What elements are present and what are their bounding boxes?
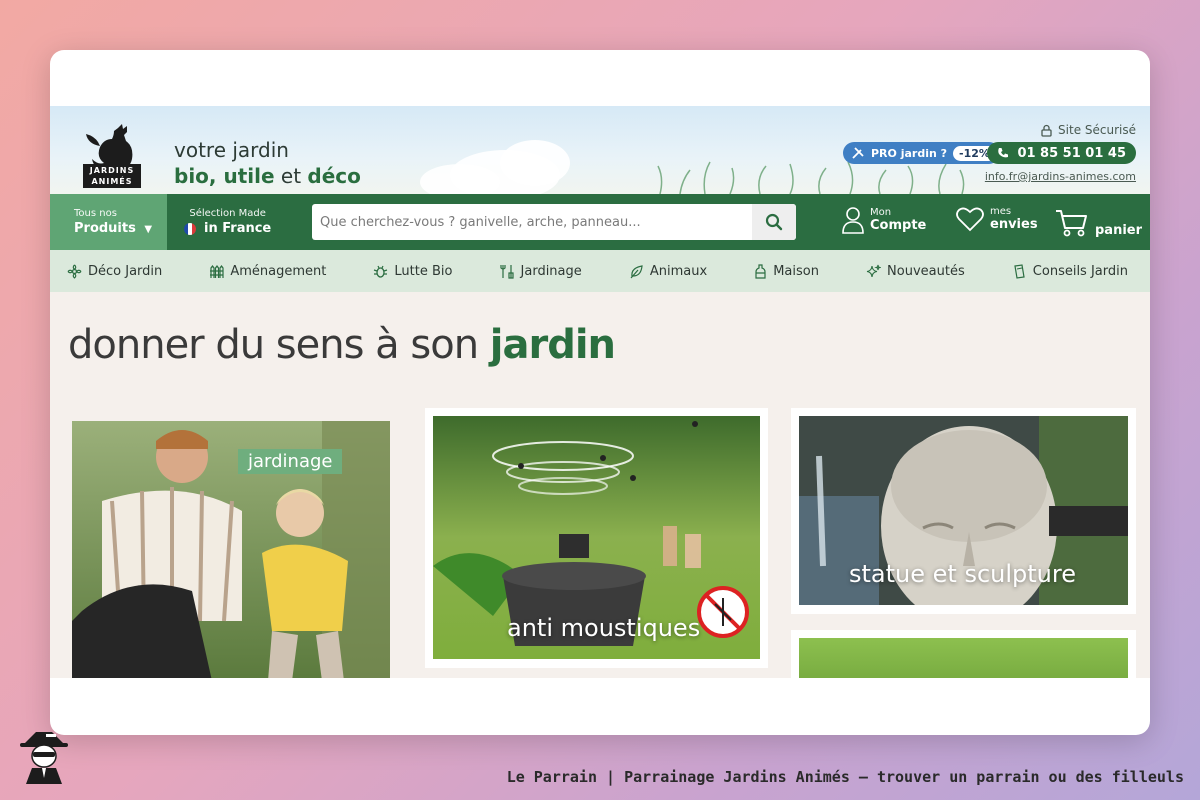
search-icon (765, 213, 783, 231)
pro-label: PRO jardin ? (871, 146, 948, 160)
category-card-partial[interactable] (791, 630, 1136, 678)
tagline-line2: bio, utile et déco (174, 164, 361, 188)
user-icon (842, 207, 864, 234)
main-nav: Tous nos Produits ▼ Sélection Made in Fr… (50, 194, 1150, 250)
fence-icon (210, 264, 224, 278)
sparkle-icon (866, 264, 882, 277)
phone-number: 01 85 51 01 45 (1017, 145, 1126, 161)
produits-small-label: Tous nos (74, 208, 117, 219)
wishlist-big-label: envies (990, 217, 1038, 232)
tools-icon (499, 264, 514, 279)
france-flag-icon (184, 222, 196, 235)
category-label: Nouveautés (887, 263, 965, 279)
selection-label: in France (184, 221, 271, 236)
category-amenagement[interactable]: Aménagement (209, 264, 326, 279)
email-link[interactable]: info.fr@jardins-animes.com (985, 170, 1136, 183)
bug-icon (374, 265, 388, 278)
category-label: Lutte Bio (394, 263, 453, 279)
parrain-mascot-icon (20, 732, 68, 784)
category-lutte-bio[interactable]: Lutte Bio (373, 264, 452, 279)
category-jardinage[interactable]: Jardinage (499, 263, 582, 279)
secure-label: Site Sécurisé (1058, 123, 1136, 137)
account-link[interactable]: Mon Compte (842, 206, 926, 234)
cloud-decoration (500, 140, 570, 186)
wishlist-text: mes envies (990, 206, 1038, 232)
tools-icon (852, 147, 864, 159)
main-content: donner du sens à son jardin jardinage an… (50, 292, 1150, 678)
card-label: jardinage (238, 449, 343, 474)
lawn-photo (799, 638, 1128, 678)
tagline-et: et (274, 164, 308, 188)
cart-link[interactable]: panier (1055, 208, 1142, 238)
cart-label: panier (1095, 222, 1143, 238)
category-maison[interactable]: Maison (754, 264, 819, 279)
chevron-down-icon: ▼ (144, 224, 153, 235)
pro-jardin-button[interactable]: PRO jardin ? -12% (843, 142, 1000, 164)
wishlist-small-label: mes (990, 206, 1012, 217)
headline-plain: donner du sens à son (68, 322, 490, 368)
selection-big-label: in France (204, 221, 272, 236)
page-caption: Le Parrain | Parrainage Jardins Animés —… (506, 768, 1184, 786)
site-header: JARDINS ANIMÉS votre jardin bio, utile e… (50, 106, 1150, 200)
card-label: statue et sculpture (849, 560, 1076, 588)
category-conseils-jardin[interactable]: Conseils Jardin (1012, 264, 1128, 279)
account-text: Mon Compte (870, 207, 926, 233)
headline-bold: jardin (489, 322, 616, 368)
card-label: anti moustiques (507, 614, 701, 642)
search-input[interactable] (312, 204, 752, 240)
category-card-anti-moustiques[interactable]: anti moustiques (425, 408, 768, 668)
category-label: Conseils Jardin (1032, 263, 1128, 279)
produits-label: Produits ▼ (74, 221, 167, 236)
logo-text-line2: ANIMÉS (91, 177, 133, 186)
lock-icon (1041, 124, 1052, 137)
page-headline: donner du sens à son jardin (68, 322, 616, 368)
category-animaux[interactable]: Animaux (629, 264, 707, 279)
flower-icon (67, 264, 82, 278)
search-bar (312, 204, 796, 240)
category-card-statue-sculpture[interactable]: statue et sculpture (791, 408, 1136, 614)
all-products-button[interactable]: Tous nos Produits ▼ (50, 194, 167, 250)
logo-wordmark[interactable]: JARDINS ANIMÉS (83, 164, 141, 188)
tagline-line1: votre jardin (174, 138, 289, 162)
heart-icon (956, 207, 984, 232)
category-label: Déco Jardin (88, 263, 163, 279)
category-label: Jardinage (520, 263, 582, 279)
tagline: votre jardin bio, utile et déco (174, 138, 361, 188)
category-label: Maison (773, 263, 819, 279)
search-button[interactable] (752, 204, 796, 240)
account-big-label: Compte (870, 218, 927, 233)
produits-big-label: Produits (74, 221, 136, 236)
category-nouveautes[interactable]: Nouveautés (866, 264, 965, 279)
category-deco-jardin[interactable]: Déco Jardin (67, 264, 162, 279)
category-card-jardinage[interactable]: jardinage (72, 421, 390, 678)
wishlist-link[interactable]: mes envies (956, 206, 1038, 232)
tagline-bio: bio, utile (174, 164, 275, 188)
made-in-france-link[interactable]: Sélection Made in France (184, 208, 271, 236)
phone-icon (998, 148, 1009, 158)
logo-text-line1: JARDINS (89, 166, 135, 175)
cart-icon (1056, 210, 1087, 237)
bottle-icon (755, 263, 766, 279)
category-nav: Déco Jardin Aménagement Lutte Bio Jardin… (50, 250, 1150, 292)
secure-site-indicator: Site Sécurisé (1041, 123, 1136, 137)
browser-window: JARDINS ANIMÉS votre jardin bio, utile e… (50, 50, 1150, 735)
category-label: Animaux (649, 263, 708, 279)
tagline-deco: déco (307, 164, 361, 188)
category-label: Aménagement (230, 263, 327, 279)
grass-decoration (657, 161, 965, 194)
feather-icon (630, 264, 643, 278)
book-icon (1014, 263, 1025, 279)
selection-small-label: Sélection Made (189, 208, 266, 219)
phone-button[interactable]: 01 85 51 01 45 (987, 142, 1136, 164)
account-small-label: Mon (870, 207, 892, 218)
website: JARDINS ANIMÉS votre jardin bio, utile e… (50, 106, 1150, 678)
